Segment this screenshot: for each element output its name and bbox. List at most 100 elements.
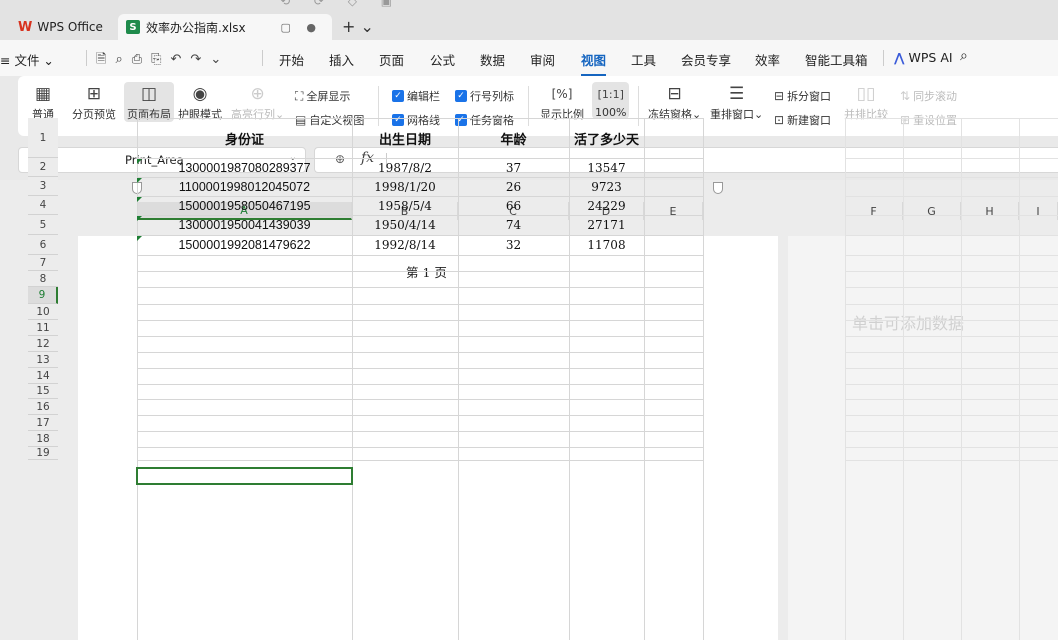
column-header-f[interactable]: F bbox=[845, 202, 903, 220]
row-header-13[interactable]: 13 bbox=[28, 352, 58, 368]
text-number-indicator-icon bbox=[137, 178, 142, 183]
wps-ai-button[interactable]: ⋀ WPS AI bbox=[894, 50, 953, 65]
menu-efficiency[interactable]: 效率 bbox=[755, 50, 780, 69]
margin-marker[interactable] bbox=[713, 182, 723, 194]
row-header-1[interactable]: 1 bbox=[28, 118, 58, 158]
eye-mode-button[interactable]: ◉ 护眼模式 bbox=[178, 82, 222, 122]
table-cell[interactable]: 13547 bbox=[569, 158, 644, 177]
row-header-14[interactable]: 14 bbox=[28, 368, 58, 384]
add-data-hint[interactable]: 单击可添加数据 bbox=[852, 310, 964, 334]
table-cell[interactable]: 9723 bbox=[569, 177, 644, 196]
zoom-ratio-button[interactable]: [%] 显示比例 bbox=[540, 82, 584, 122]
tab-controls-icon[interactable]: ▢ ● bbox=[281, 21, 323, 34]
search-icon[interactable]: ⌕ bbox=[960, 48, 968, 64]
table-cell[interactable]: 1500001958050467195 bbox=[137, 196, 352, 215]
table-cell[interactable]: 11708 bbox=[569, 235, 644, 255]
header-cell[interactable]: 出生日期 bbox=[352, 118, 458, 158]
headings-checkbox[interactable]: ✓ 行号列标 bbox=[455, 88, 514, 104]
table-cell[interactable]: 1300001987080289377 bbox=[137, 158, 352, 177]
side-by-side-label: 并排比较 bbox=[844, 108, 888, 121]
split-window-button[interactable]: ⊟ 拆分窗口 bbox=[774, 88, 831, 104]
page-layout-button[interactable]: ◫ 页面布局 bbox=[124, 82, 174, 122]
formula-bar-checkbox[interactable]: ✓ 编辑栏 bbox=[392, 88, 440, 104]
row-header-19[interactable]: 19 bbox=[28, 447, 58, 460]
column-header-i[interactable]: I bbox=[1019, 202, 1058, 220]
row-header-11[interactable]: 11 bbox=[28, 320, 58, 336]
row-header-3[interactable]: 3 bbox=[28, 177, 58, 196]
table-cell[interactable]: 1100001998012045072 bbox=[137, 177, 352, 196]
highlight-rowcol-button[interactable]: ⊕ 高亮行列⌄ bbox=[231, 82, 284, 122]
header-cell[interactable]: 活了多少天 bbox=[569, 118, 644, 158]
gridline bbox=[845, 368, 1058, 369]
file-menu[interactable]: ≡ 文件 ⌄ bbox=[0, 50, 54, 69]
row-header-10[interactable]: 10 bbox=[28, 304, 58, 320]
table-cell[interactable]: 24229 bbox=[569, 196, 644, 215]
table-cell[interactable]: 1300001950041439039 bbox=[137, 215, 352, 235]
quick-access-icons[interactable]: 🗎⌕⎙⎘↶↷⌄ bbox=[96, 50, 230, 72]
row-header-2[interactable]: 2 bbox=[28, 158, 58, 177]
menu-formula[interactable]: 公式 bbox=[430, 50, 455, 69]
header-cell[interactable]: 身份证 bbox=[137, 118, 352, 158]
column-header-g[interactable]: G bbox=[903, 202, 961, 220]
row-header-17[interactable]: 17 bbox=[28, 415, 58, 431]
rearrange-button[interactable]: ☰ 重排窗口⌄ bbox=[710, 82, 763, 122]
table-cell[interactable]: 66 bbox=[458, 196, 569, 215]
sync-scroll-button[interactable]: ⇅ 同步滚动 bbox=[900, 88, 957, 104]
menu-review[interactable]: 审阅 bbox=[530, 50, 555, 69]
crosshair-icon: ⊕ bbox=[250, 84, 265, 104]
file-tab[interactable]: S 效率办公指南.xlsx ▢ ● bbox=[118, 14, 332, 40]
gridline bbox=[137, 271, 703, 272]
table-cell[interactable]: 27171 bbox=[569, 215, 644, 235]
row-header-4[interactable]: 4 bbox=[28, 196, 58, 215]
gridline bbox=[644, 118, 645, 640]
gridline bbox=[137, 255, 703, 256]
wps-office-tab[interactable]: W WPS Office bbox=[18, 14, 103, 40]
table-cell[interactable]: 74 bbox=[458, 215, 569, 235]
column-header-h[interactable]: H bbox=[961, 202, 1019, 220]
grid-icon: ▦ bbox=[34, 84, 52, 104]
new-tab-button[interactable]: + ⌄ bbox=[342, 17, 374, 36]
fullscreen-button[interactable]: ⛶ 全屏显示 bbox=[295, 88, 350, 104]
row-header-15[interactable]: 15 bbox=[28, 384, 58, 399]
menu-member[interactable]: 会员专享 bbox=[681, 50, 731, 69]
selected-cell-a9[interactable] bbox=[136, 467, 353, 485]
new-window-label: 新建窗口 bbox=[787, 114, 832, 127]
wps-ai-icon: ⋀ bbox=[894, 50, 905, 65]
menu-data[interactable]: 数据 bbox=[480, 50, 505, 69]
row-header-7[interactable]: 7 bbox=[28, 255, 58, 271]
side-by-side-button[interactable]: ▯▯ 并排比较 bbox=[844, 82, 888, 122]
table-cell[interactable]: 1992/8/14 bbox=[352, 235, 458, 255]
rearrange-icon: ☰ bbox=[728, 84, 745, 104]
menu-view[interactable]: 视图 bbox=[581, 50, 607, 76]
page-break-preview-button[interactable]: ⊞ 分页预览 bbox=[72, 82, 116, 122]
table-cell[interactable]: 37 bbox=[458, 158, 569, 177]
row-header-18[interactable]: 18 bbox=[28, 431, 58, 447]
normal-view-button[interactable]: ▦ 普通 bbox=[32, 82, 54, 122]
row-header-16[interactable]: 16 bbox=[28, 399, 58, 415]
menu-tools[interactable]: 工具 bbox=[631, 50, 656, 69]
column-header-e[interactable]: E bbox=[644, 202, 703, 220]
table-cell[interactable]: 26 bbox=[458, 177, 569, 196]
menu-smart-toolbox[interactable]: 智能工具箱 bbox=[805, 50, 868, 69]
table-cell[interactable]: 1987/8/2 bbox=[352, 158, 458, 177]
gridline bbox=[137, 336, 703, 337]
table-cell[interactable]: 1958/5/4 bbox=[352, 196, 458, 215]
table-cell[interactable]: 1950/4/14 bbox=[352, 215, 458, 235]
row-header-12[interactable]: 12 bbox=[28, 336, 58, 352]
row-header-6[interactable]: 6 bbox=[28, 235, 58, 255]
menu-start[interactable]: 开始 bbox=[279, 50, 304, 69]
header-cell[interactable]: 年龄 bbox=[458, 118, 569, 158]
menu-insert[interactable]: 插入 bbox=[329, 50, 354, 69]
freeze-panes-button[interactable]: ⊟ 冻结窗格⌄ bbox=[648, 82, 701, 122]
menu-page[interactable]: 页面 bbox=[379, 50, 404, 69]
table-cell[interactable]: 1998/1/20 bbox=[352, 177, 458, 196]
table-cell[interactable]: 32 bbox=[458, 235, 569, 255]
reset-position-button[interactable]: ⊞ 重设位置 bbox=[900, 112, 957, 128]
table-cell[interactable]: 1500001992081479622 bbox=[137, 235, 352, 255]
new-window-button[interactable]: ⊡ 新建窗口 bbox=[774, 112, 831, 128]
row-header-9[interactable]: 9 bbox=[28, 287, 58, 304]
gridline bbox=[845, 255, 1058, 256]
zoom-100-button[interactable]: [1:1] 100% bbox=[592, 82, 630, 119]
row-header-5[interactable]: 5 bbox=[28, 215, 58, 235]
row-header-8[interactable]: 8 bbox=[28, 271, 58, 287]
